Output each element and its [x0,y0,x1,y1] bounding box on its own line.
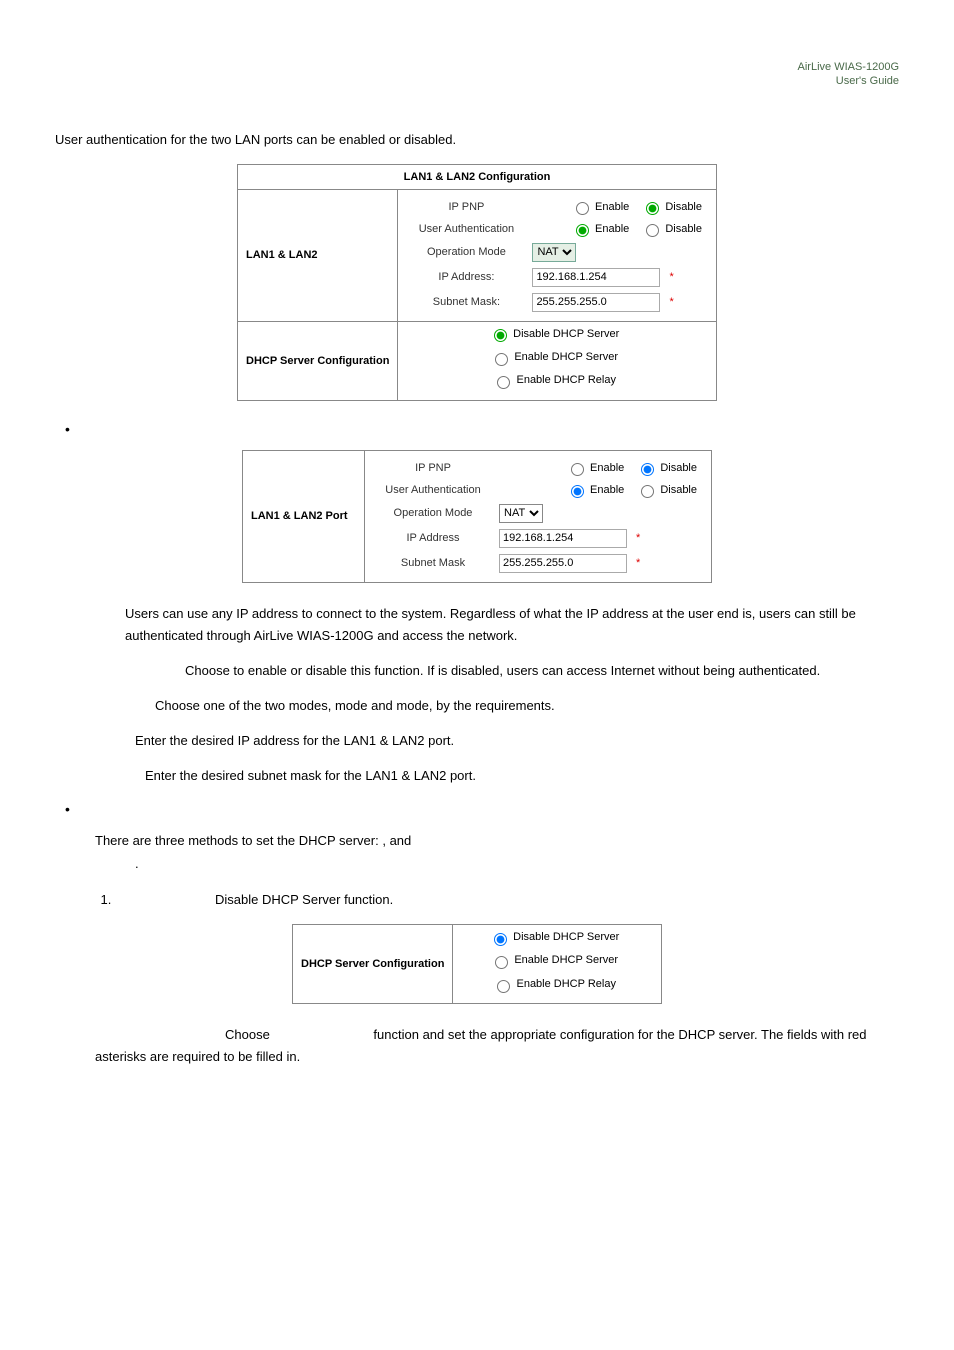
user-auth-disable-radio[interactable] [646,224,659,237]
ip-addr-label: IP Address: [406,271,526,283]
op-mode-label: Operation Mode [406,246,526,258]
user-auth-enable-2[interactable]: Enable [566,482,624,498]
lan-port-row-label: LAN1 & LAN2 Port [243,450,365,582]
user-auth-enable[interactable]: Enable [571,221,629,237]
user-auth-desc: Choose to enable or disable this functio… [95,660,899,682]
op-mode-select[interactable]: NAT [532,243,576,262]
ip-pnp-label: IP PNP [406,201,526,213]
required-icon: * [669,271,673,283]
ip-addr-desc: Enter the desired IP address for the LAN… [135,730,899,752]
user-auth-enable-radio[interactable] [576,224,589,237]
dhcp-sm-relay[interactable]: Enable DHCP Relay [492,976,615,994]
dhcp-sm-disable-radio[interactable] [494,933,507,946]
ip-addr-input-2[interactable] [499,529,627,548]
ip-pnp-disable-radio[interactable] [646,202,659,215]
dhcp-sm-relay-radio[interactable] [497,980,510,993]
dhcp-item-2-text: Choose function and set the appropriate … [95,1024,899,1068]
intro-text: User authentication for the two LAN port… [55,129,899,151]
lan-row-label: LAN1 & LAN2 [238,189,398,321]
subnet-label-2: Subnet Mask [373,557,493,569]
ip-pnp-enable-2[interactable]: Enable [566,460,624,476]
ip-pnp-desc: Users can use any IP address to connect … [125,603,899,647]
dhcp-enable-radio[interactable] [495,353,508,366]
ip-pnp-enable[interactable]: Enable [571,199,629,215]
ip-addr-label-2: IP Address [373,532,493,544]
ip-pnp-disable-radio-2[interactable] [641,463,654,476]
ip-pnp-label-2: IP PNP [373,462,493,474]
dhcp-disable-option[interactable]: Disable DHCP Server [489,326,619,344]
user-auth-label-2: User Authentication [373,484,493,496]
dhcp-small-label: DHCP Server Configuration [293,925,453,1004]
dhcp-sm-enable-radio[interactable] [495,956,508,969]
ip-pnp-disable[interactable]: Disable [641,199,702,215]
dhcp-methods-text: There are three methods to set the DHCP … [95,830,899,874]
required-icon: * [636,532,640,544]
dhcp-sm-disable[interactable]: Disable DHCP Server [489,929,619,947]
dhcp-bullet [83,801,899,816]
required-icon: * [669,296,673,308]
dhcp-disable-radio[interactable] [494,329,507,342]
user-auth-disable-radio-2[interactable] [641,485,654,498]
ip-pnp-enable-radio[interactable] [576,202,589,215]
required-icon: * [636,557,640,569]
lan-port-table: LAN1 & LAN2 Port IP PNP Enable Disable U… [242,450,712,583]
dhcp-sm-enable[interactable]: Enable DHCP Server [490,952,618,970]
lan-port-bullet [83,421,899,436]
ip-pnp-enable-radio-2[interactable] [571,463,584,476]
op-mode-select-2[interactable]: NAT [499,504,543,523]
dhcp-row-label: DHCP Server Configuration [238,321,398,400]
user-auth-disable-2[interactable]: Disable [636,482,697,498]
dhcp-relay-option[interactable]: Enable DHCP Relay [492,372,615,390]
page-header: AirLive WIAS-1200G User's Guide [55,60,899,89]
lan-config-table: LAN1 & LAN2 Configuration LAN1 & LAN2 IP… [237,164,717,401]
op-mode-label-2: Operation Mode [373,507,493,519]
ip-pnp-disable-2[interactable]: Disable [636,460,697,476]
dhcp-relay-radio[interactable] [497,376,510,389]
dhcp-item-1: Disable DHCP Server function. [115,888,899,911]
subnet-input[interactable] [532,293,660,312]
header-product: AirLive WIAS-1200G [55,60,899,74]
subnet-input-2[interactable] [499,554,627,573]
user-auth-enable-radio-2[interactable] [571,485,584,498]
subnet-desc: Enter the desired subnet mask for the LA… [145,765,899,787]
dhcp-small-table: DHCP Server Configuration Disable DHCP S… [292,924,662,1004]
subnet-label: Subnet Mask: [406,296,526,308]
table-title: LAN1 & LAN2 Configuration [238,164,717,189]
op-mode-desc: Choose one of the two modes, mode and mo… [95,695,899,717]
user-auth-disable[interactable]: Disable [641,221,702,237]
dhcp-enable-option[interactable]: Enable DHCP Server [490,349,618,367]
header-subtitle: User's Guide [55,74,899,88]
user-auth-label: User Authentication [406,223,526,235]
ip-addr-input[interactable] [532,268,660,287]
